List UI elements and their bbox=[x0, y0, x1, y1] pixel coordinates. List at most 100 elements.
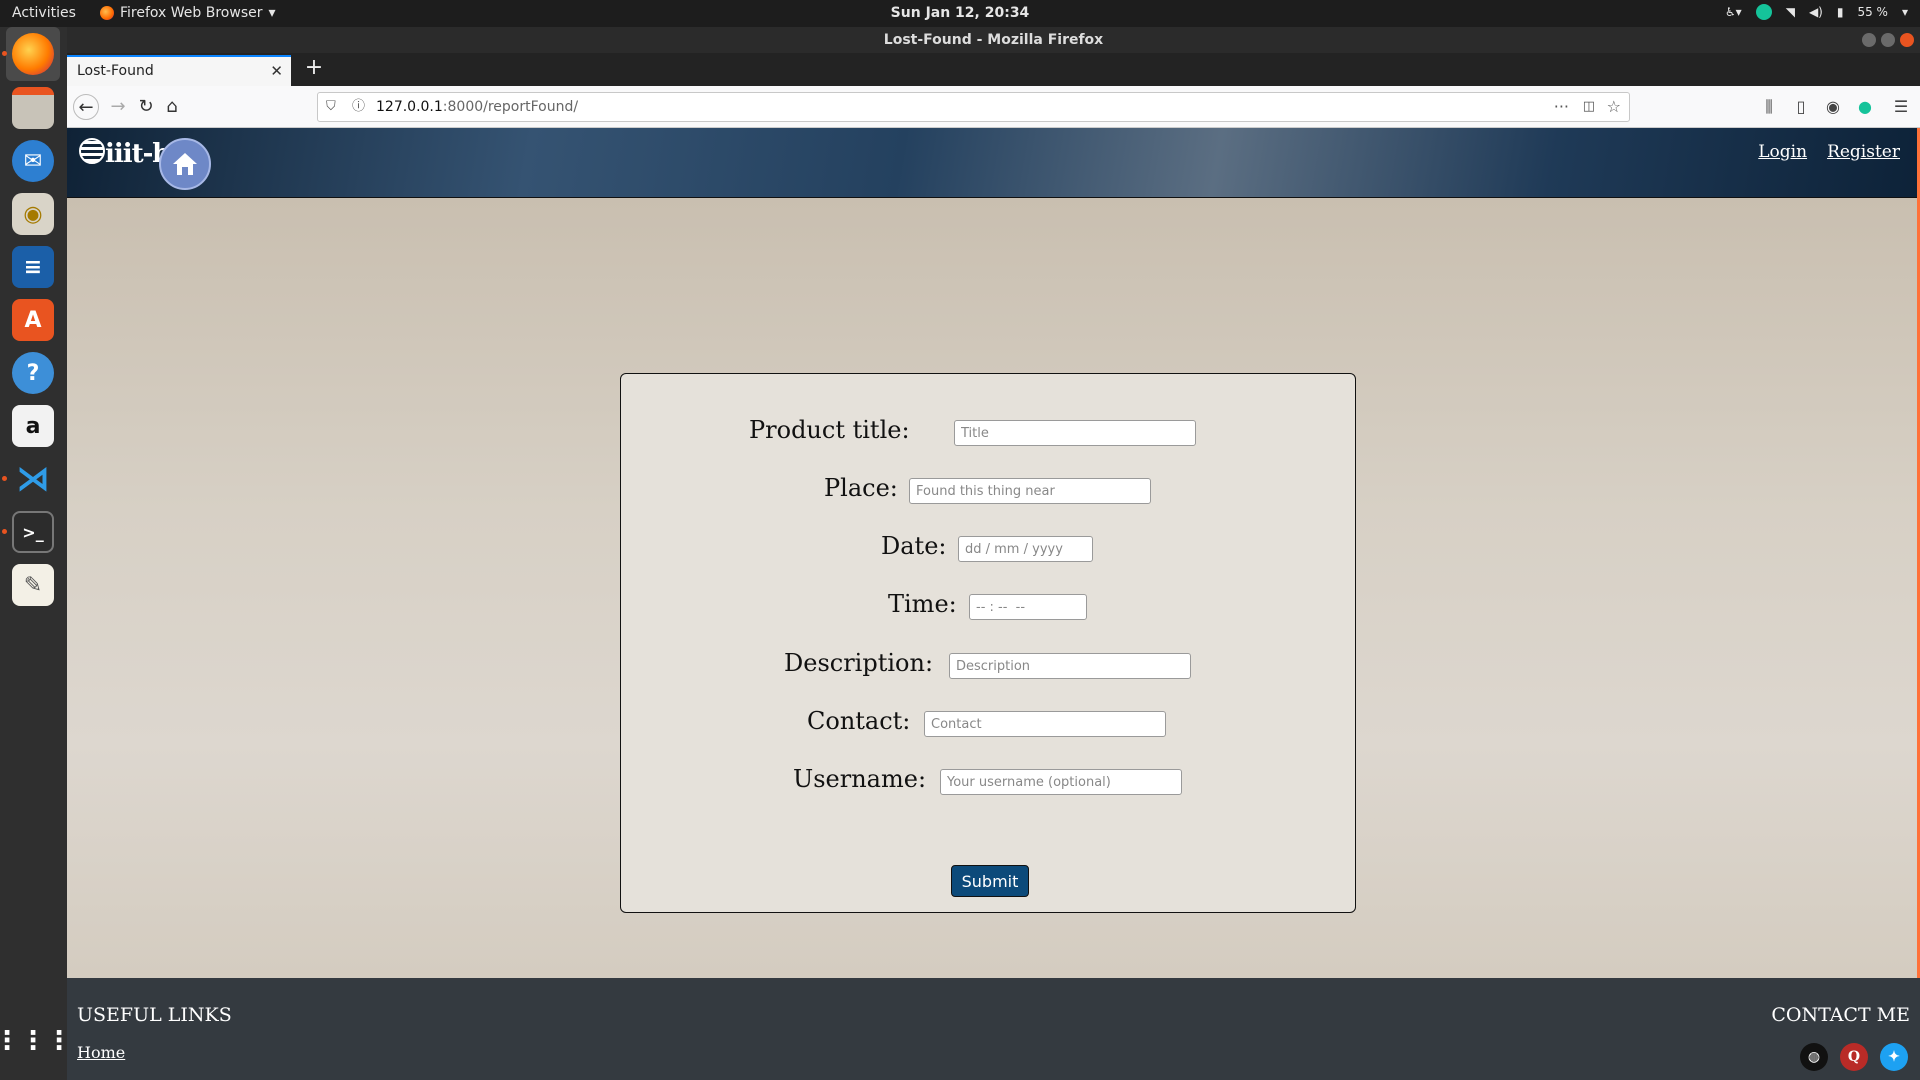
close-tab-icon[interactable]: ✕ bbox=[270, 62, 283, 80]
system-top-bar: Activities Firefox Web Browser ▾ Sun Jan… bbox=[0, 0, 1920, 27]
date-label: Date: bbox=[881, 532, 947, 560]
github-icon[interactable]: ◍ bbox=[1800, 1043, 1828, 1071]
reload-button[interactable]: ↻ bbox=[133, 94, 159, 120]
time-input[interactable] bbox=[969, 594, 1087, 620]
firefox-icon bbox=[12, 33, 54, 75]
description-row: Description: bbox=[621, 647, 1357, 687]
username-label: Username: bbox=[793, 765, 927, 793]
text-editor-icon: ✎ bbox=[12, 564, 54, 606]
dock-show-apps[interactable]: ⋮⋮⋮ bbox=[0, 1014, 72, 1068]
dock-software[interactable]: A bbox=[6, 293, 60, 347]
product-title-label: Product title: bbox=[749, 416, 910, 444]
dock-thunderbird[interactable]: ✉ bbox=[6, 134, 60, 188]
vscode-icon: ⋊ bbox=[16, 459, 50, 499]
navigation-toolbar: ← → ↻ ⌂ ⛉ ⓘ 127.0.0.1:8000/reportFound/ … bbox=[67, 86, 1920, 128]
back-button[interactable]: ← bbox=[73, 94, 99, 120]
clock[interactable]: Sun Jan 12, 20:34 bbox=[0, 5, 1920, 21]
report-found-form: Product title: Place: Date: Time: Descri… bbox=[620, 373, 1356, 913]
username-input[interactable] bbox=[940, 769, 1182, 795]
place-label: Place: bbox=[824, 474, 898, 502]
wifi-icon: ◥ bbox=[1785, 5, 1795, 19]
thunderbird-icon: ✉ bbox=[12, 140, 54, 182]
login-link[interactable]: Login bbox=[1758, 142, 1807, 162]
tab-title: Lost-Found bbox=[77, 63, 154, 79]
page-actions-icon[interactable]: ··· bbox=[1554, 93, 1569, 121]
twitter-icon[interactable]: ✦ bbox=[1880, 1043, 1908, 1071]
grammarly-tray-icon[interactable] bbox=[1755, 4, 1772, 20]
quora-icon[interactable]: Q bbox=[1840, 1043, 1868, 1071]
dock-terminal[interactable]: >_ bbox=[6, 505, 60, 559]
site-header: iiit-b Login Register bbox=[67, 128, 1920, 198]
library-icon[interactable]: ⫼ bbox=[1757, 94, 1781, 120]
sidebar-icon[interactable]: ▯ bbox=[1789, 94, 1813, 120]
dock-writer[interactable]: ≡ bbox=[6, 240, 60, 294]
date-input[interactable] bbox=[958, 536, 1093, 562]
grammarly-icon[interactable]: ● bbox=[1853, 94, 1877, 120]
amazon-icon: a bbox=[12, 405, 54, 447]
bookmark-star-icon[interactable]: ☆ bbox=[1607, 93, 1621, 121]
window-titlebar[interactable]: Lost-Found - Mozilla Firefox bbox=[67, 27, 1920, 53]
window-title: Lost-Found - Mozilla Firefox bbox=[883, 32, 1104, 48]
contact-label: Contact: bbox=[807, 707, 911, 735]
tab-bar: Lost-Found ✕ + bbox=[67, 53, 1920, 86]
home-nav-button[interactable] bbox=[159, 138, 211, 190]
chevron-down-icon: ▾ bbox=[1901, 5, 1908, 19]
username-row: Username: bbox=[621, 763, 1357, 803]
useful-links-heading: USEFUL LINKS bbox=[77, 1004, 232, 1026]
firefox-window: Lost-Found - Mozilla Firefox Lost-Found … bbox=[67, 27, 1920, 1080]
close-button[interactable] bbox=[1900, 33, 1914, 47]
terminal-icon: >_ bbox=[12, 511, 54, 553]
dock: ✉ ◉ ≡ A ? a ⋊ >_ ✎ ⋮⋮⋮ bbox=[0, 27, 72, 1080]
system-tray[interactable]: ♿▾ ◥ ◀) ▮ 55 % ▾ bbox=[1725, 4, 1908, 20]
dock-files[interactable] bbox=[6, 81, 60, 135]
files-icon bbox=[12, 87, 54, 129]
forward-button[interactable]: → bbox=[105, 94, 131, 120]
minimize-button[interactable] bbox=[1862, 33, 1876, 47]
place-input[interactable] bbox=[909, 478, 1151, 504]
product-title-input[interactable] bbox=[954, 420, 1196, 446]
contact-row: Contact: bbox=[621, 705, 1357, 745]
dock-vscode[interactable]: ⋊ bbox=[6, 452, 60, 506]
social-links: ◍ Q ✦ bbox=[1800, 1043, 1908, 1071]
dock-firefox[interactable] bbox=[6, 27, 60, 81]
footer-home-link[interactable]: Home bbox=[77, 1043, 125, 1062]
site-logo[interactable]: iiit-b bbox=[79, 138, 171, 169]
description-input[interactable] bbox=[949, 653, 1191, 679]
new-tab-button[interactable]: + bbox=[299, 55, 329, 80]
running-indicator bbox=[2, 529, 7, 534]
time-label: Time: bbox=[888, 590, 957, 618]
writer-icon: ≡ bbox=[12, 246, 54, 288]
url-path: :8000/reportFound/ bbox=[442, 99, 579, 115]
pocket-icon[interactable]: ◫ bbox=[1583, 93, 1595, 121]
dock-rhythmbox[interactable]: ◉ bbox=[6, 187, 60, 241]
account-icon[interactable]: ◉ bbox=[1821, 94, 1845, 120]
info-icon[interactable]: ⓘ bbox=[352, 93, 365, 121]
shield-icon[interactable]: ⛉ bbox=[326, 93, 336, 121]
window-controls bbox=[1862, 33, 1914, 47]
main-section: Product title: Place: Date: Time: Descri… bbox=[67, 198, 1920, 978]
apps-grid-icon: ⋮⋮⋮ bbox=[0, 1026, 72, 1056]
home-button[interactable]: ⌂ bbox=[159, 94, 185, 120]
time-row: Time: bbox=[621, 588, 1357, 628]
rhythmbox-icon: ◉ bbox=[12, 193, 54, 235]
header-nav: Login Register bbox=[1758, 142, 1900, 162]
dock-help[interactable]: ? bbox=[6, 346, 60, 400]
contact-input[interactable] bbox=[924, 711, 1166, 737]
battery-icon: ▮ bbox=[1836, 5, 1844, 19]
register-link[interactable]: Register bbox=[1827, 142, 1900, 162]
software-icon: A bbox=[12, 299, 54, 341]
date-row: Date: bbox=[621, 530, 1357, 570]
submit-button[interactable]: Submit bbox=[951, 865, 1029, 897]
dock-text-editor[interactable]: ✎ bbox=[6, 558, 60, 612]
menu-icon[interactable]: ☰ bbox=[1889, 94, 1913, 120]
url-bar[interactable]: ⛉ ⓘ 127.0.0.1:8000/reportFound/ ··· ◫ ☆ bbox=[317, 92, 1630, 122]
page-content: iiit-b Login Register Product title: Pla… bbox=[67, 128, 1920, 1080]
maximize-button[interactable] bbox=[1881, 33, 1895, 47]
running-indicator bbox=[2, 476, 7, 481]
home-icon bbox=[173, 153, 197, 175]
site-footer: USEFUL LINKS Home CONTACT ME ◍ Q ✦ bbox=[67, 978, 1920, 1080]
accessibility-icon[interactable]: ♿▾ bbox=[1725, 5, 1742, 19]
running-indicator bbox=[2, 51, 7, 56]
tab-lost-found[interactable]: Lost-Found ✕ bbox=[67, 55, 291, 86]
dock-amazon[interactable]: a bbox=[6, 399, 60, 453]
